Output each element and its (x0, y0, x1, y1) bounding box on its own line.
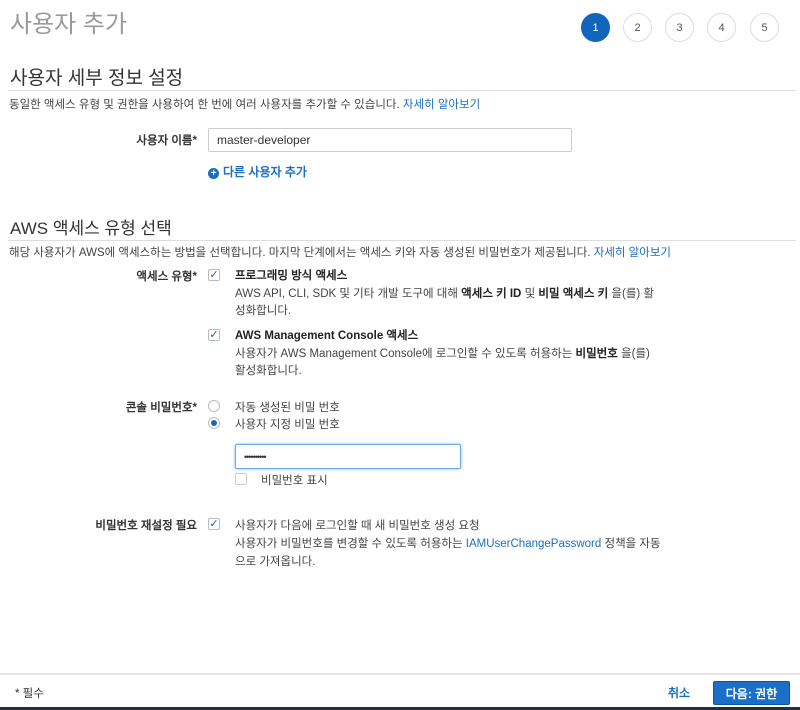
show-password-label: 비밀번호 표시 (261, 475, 328, 487)
next-permissions-button[interactable]: 다음: 권한 (713, 681, 790, 705)
step-1[interactable]: 1 (581, 13, 610, 42)
step-3[interactable]: 3 (665, 13, 694, 42)
console-access-title: AWS Management Console 액세스 (235, 330, 419, 342)
plus-circle-icon: + (208, 168, 219, 179)
divider (8, 90, 796, 91)
programmatic-access-desc: AWS API, CLI, SDK 및 기타 개발 도구에 대해 액세스 키 I… (235, 288, 655, 300)
access-description: 해당 사용자가 AWS에 액세스하는 방법을 선택합니다. 마지막 단계에서는 … (9, 244, 671, 260)
description-text: 해당 사용자가 AWS에 액세스하는 방법을 선택합니다. 마지막 단계에서는 … (9, 247, 591, 259)
console-access-desc: 사용자가 AWS Management Console에 로그인할 수 있도록 … (235, 348, 650, 360)
learn-more-link[interactable]: 자세히 알아보기 (403, 99, 480, 111)
cancel-button[interactable]: 취소 (668, 684, 690, 701)
require-reset-label: 비밀번호 재설정 필요 (95, 520, 197, 532)
page-title: 사용자 추가 (10, 11, 128, 38)
learn-more-link[interactable]: 자세히 알아보기 (594, 247, 671, 259)
add-another-user-link[interactable]: + 다른 사용자 추가 (208, 163, 307, 180)
policy-link[interactable]: IAMUserChangePassword (466, 538, 602, 550)
show-password-checkbox[interactable] (235, 473, 247, 485)
auto-password-radio[interactable] (208, 400, 220, 412)
footer: * 필수 취소 다음: 권한 (0, 673, 800, 707)
auto-password-label: 자동 생성된 비밀 번호 (235, 402, 340, 414)
add-user-label: 다른 사용자 추가 (223, 165, 307, 179)
password-input[interactable]: •••••••••• (235, 444, 461, 469)
step-5[interactable]: 5 (750, 13, 779, 42)
access-type-label: 액세스 유형* (136, 271, 197, 283)
programmatic-access-checkbox[interactable]: ✓ (208, 269, 220, 281)
require-reset-line3: 으로 가져옵니다. (235, 556, 316, 568)
divider (8, 240, 796, 241)
programmatic-access-desc-cont: 성화합니다. (235, 305, 292, 317)
username-input[interactable]: master-developer (208, 128, 572, 152)
username-label: 사용자 이름* (136, 135, 197, 147)
step-2[interactable]: 2 (623, 13, 652, 42)
access-type-heading: AWS 액세스 유형 선택 (10, 219, 172, 238)
console-access-desc-cont: 활성화합니다. (235, 365, 302, 377)
console-access-checkbox[interactable]: ✓ (208, 329, 220, 341)
custom-password-label: 사용자 지정 비밀 번호 (235, 419, 340, 431)
step-4[interactable]: 4 (707, 13, 736, 42)
programmatic-access-title: 프로그래밍 방식 액세스 (235, 270, 348, 282)
description-text: 동일한 액세스 유형 및 권한을 사용하여 한 번에 여러 사용자를 추가할 수… (9, 99, 400, 111)
user-details-description: 동일한 액세스 유형 및 권한을 사용하여 한 번에 여러 사용자를 추가할 수… (9, 96, 480, 112)
custom-password-radio[interactable] (208, 417, 220, 429)
required-note: * 필수 (15, 688, 44, 700)
console-password-label: 콘솔 비밀번호* (125, 402, 197, 414)
user-details-heading: 사용자 세부 정보 설정 (10, 68, 184, 89)
require-reset-line1: 사용자가 다음에 로그인할 때 새 비밀번호 생성 요청 (235, 520, 480, 532)
require-reset-checkbox[interactable]: ✓ (208, 518, 220, 530)
require-reset-line2: 사용자가 비밀번호를 변경할 수 있도록 허용하는 IAMUserChangeP… (235, 538, 661, 550)
